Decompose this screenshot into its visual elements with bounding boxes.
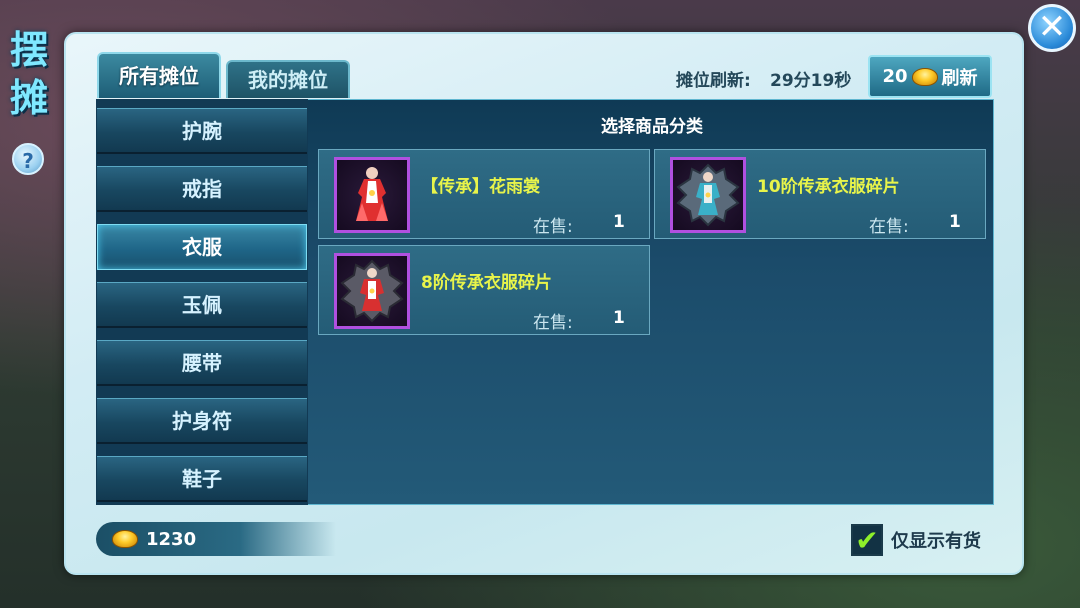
refresh-button-label: 刷新 [941,67,978,89]
item-stock: 1 [949,212,961,232]
blue-armor-fragment-icon [670,157,746,233]
category-belt[interactable]: 腰带 [97,340,307,386]
category-jade-pendant[interactable]: 玉佩 [97,282,307,328]
item-stock-label: 在售: [533,217,573,237]
item-stock: 1 [613,212,625,232]
red-dress-fragment-icon [334,253,410,329]
section-title: 选择商品分类 [601,117,703,137]
tab-my-stall[interactable]: 我的摊位 [226,60,350,98]
gold-ingot-icon [911,67,938,86]
refresh-cost: 20 [882,66,908,87]
currency-display: 1230 [96,522,336,556]
tab-all-stalls[interactable]: 所有摊位 [97,52,221,98]
checkbox[interactable]: ✔ [851,523,883,557]
item-stock: 1 [613,308,625,328]
help-button[interactable]: ? [12,143,44,175]
category-shoes[interactable]: 鞋子 [97,456,307,502]
category-clothing[interactable]: 衣服 [97,224,307,270]
item-card[interactable]: 8阶传承衣服碎片 在售: 1 [318,245,650,335]
category-amulet[interactable]: 护身符 [97,398,307,444]
currency-amount: 1230 [146,528,197,550]
red-dress-icon [334,157,410,233]
window-title: 摆摊 [9,27,48,120]
category-ring[interactable]: 戒指 [97,166,307,212]
refresh-label: 摊位刷新: [676,71,751,91]
in-stock-filter[interactable]: ✔ 仅显示有货 [851,523,981,557]
item-stock-label: 在售: [533,313,573,333]
refresh-button[interactable]: 20 刷新 [868,55,992,98]
category-wrist-guard[interactable]: 护腕 [97,108,307,154]
close-button[interactable]: ✕ [1028,4,1076,52]
item-card[interactable]: 【传承】花雨裳 在售: 1 [318,149,650,239]
item-card[interactable]: 10阶传承衣服碎片 在售: 1 [654,149,986,239]
gold-ingot-icon [112,530,138,548]
checkmark-icon: ✔ [855,523,879,557]
item-name: 8阶传承衣服碎片 [421,273,552,293]
item-name: 10阶传承衣服碎片 [757,177,900,197]
refresh-countdown: 29分19秒 [770,71,852,91]
in-stock-filter-label: 仅显示有货 [891,531,981,552]
item-stock-label: 在售: [869,217,909,237]
item-name: 【传承】花雨裳 [421,177,540,197]
